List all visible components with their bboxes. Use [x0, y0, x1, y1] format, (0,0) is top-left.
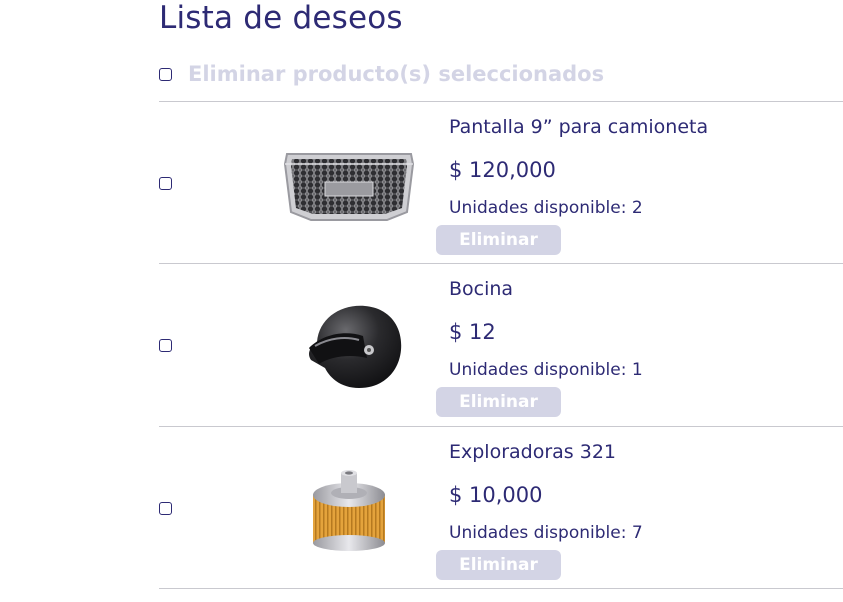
page-title: Lista de deseos	[159, 0, 403, 36]
product-name[interactable]: Exploradoras 321	[449, 441, 616, 463]
item-checkbox[interactable]	[159, 502, 172, 515]
product-name[interactable]: Bocina	[449, 278, 513, 300]
product-name[interactable]: Pantalla 9” para camioneta	[449, 116, 708, 138]
product-price: $ 10,000	[449, 483, 543, 507]
select-all-checkbox[interactable]	[159, 67, 172, 81]
wishlist-item: Bocina $ 12 Unidades disponible: 1 Elimi…	[159, 264, 843, 426]
product-stock: Unidades disponible: 1	[449, 360, 643, 380]
delete-selected-button[interactable]: Eliminar producto(s) seleccionados	[188, 62, 604, 86]
remove-button[interactable]: Eliminar	[436, 387, 561, 417]
remove-button[interactable]: Eliminar	[436, 550, 561, 580]
product-stock: Unidades disponible: 2	[449, 198, 643, 218]
wishlist-item: Pantalla 9” para camioneta $ 120,000 Uni…	[159, 102, 843, 264]
bulk-delete-row: Eliminar producto(s) seleccionados	[159, 62, 604, 86]
remove-button[interactable]: Eliminar	[436, 225, 561, 255]
item-checkbox[interactable]	[159, 339, 172, 352]
product-price: $ 12	[449, 320, 496, 344]
oil-filter-image	[313, 470, 385, 551]
car-grille-image	[283, 153, 415, 221]
item-checkbox[interactable]	[159, 177, 172, 190]
product-price: $ 120,000	[449, 158, 556, 182]
divider	[159, 588, 843, 589]
motorcycle-helmet-image	[309, 305, 402, 388]
wishlist-item: Exploradoras 321 $ 10,000 Unidades dispo…	[159, 427, 843, 589]
product-stock: Unidades disponible: 7	[449, 523, 643, 543]
